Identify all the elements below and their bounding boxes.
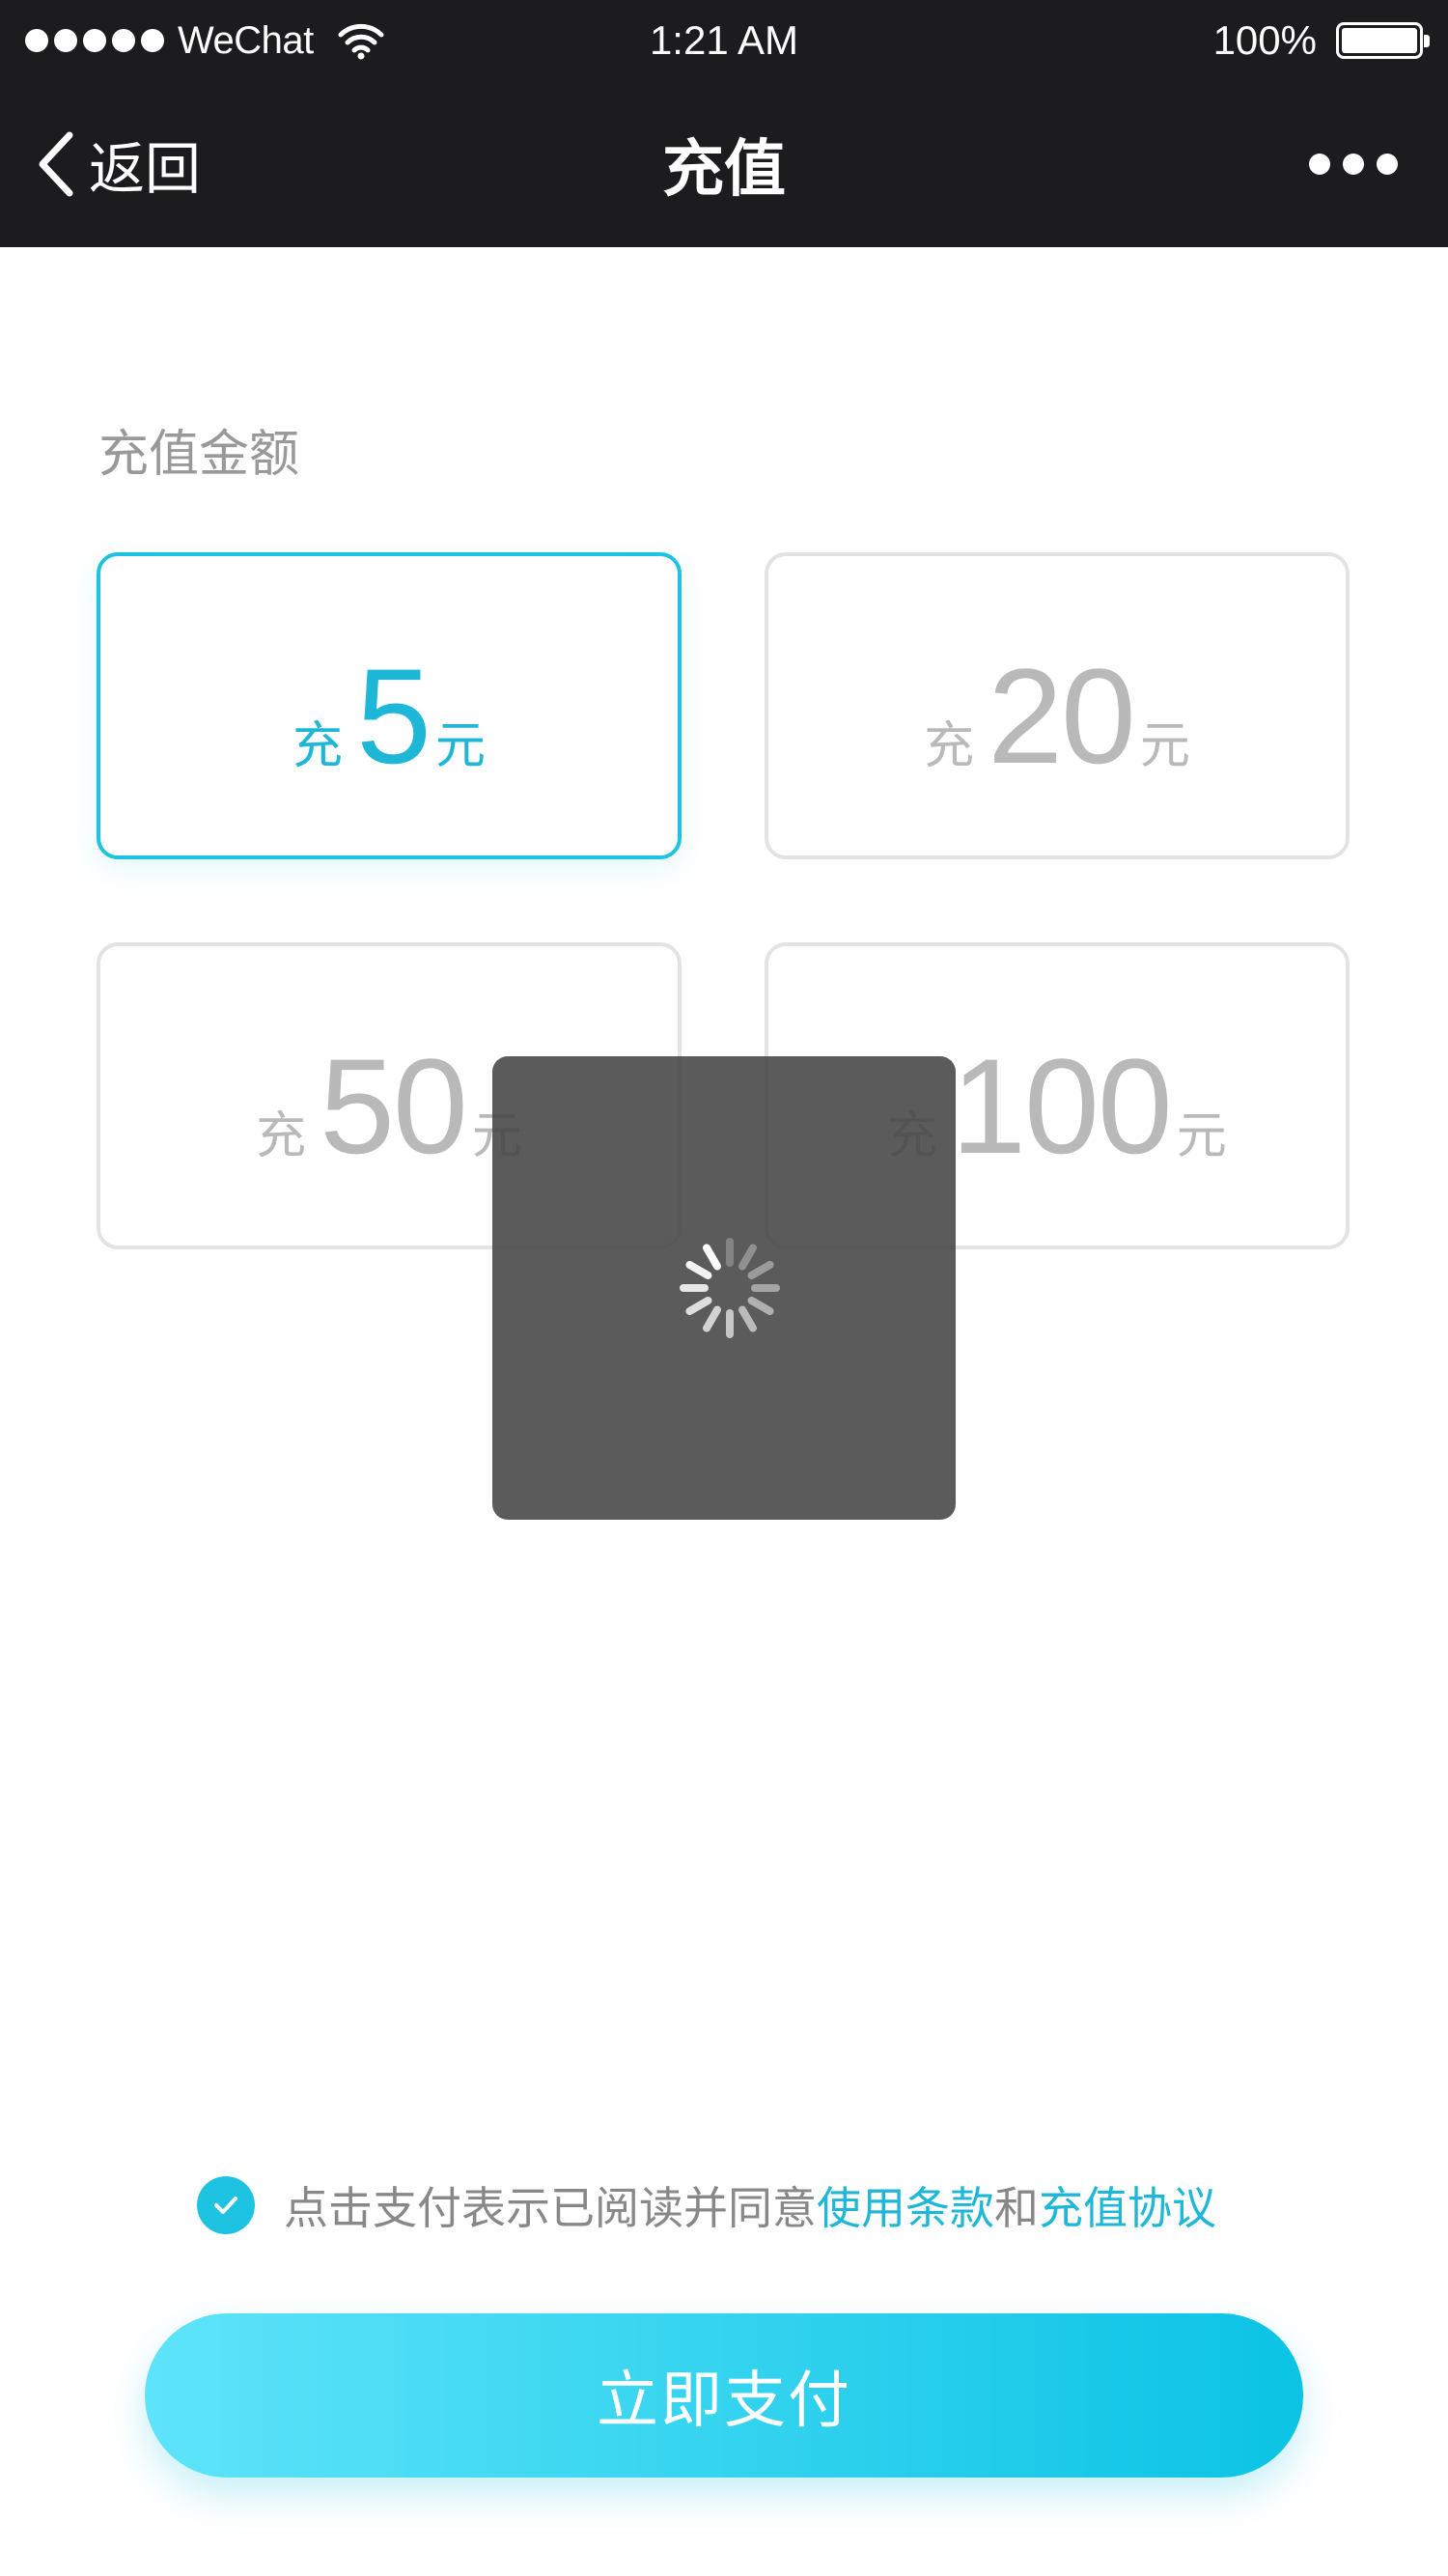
recharge-protocol-link[interactable]: 充值协议 (1039, 2182, 1216, 2234)
battery-percent: 100% (1212, 17, 1317, 63)
agreement-text: 点击支付表示已阅读并同意使用条款和充值协议 (284, 2173, 1216, 2237)
agreement-row: 点击支付表示已阅读并同意使用条款和充值协议 (197, 2174, 1216, 2236)
spinner-tick (703, 1305, 721, 1332)
recharge-amount-label: 充值金额 (98, 426, 300, 484)
option-amount: 20 (988, 640, 1136, 792)
back-label: 返回 (89, 136, 202, 202)
more-button[interactable] (1309, 139, 1398, 189)
spinner-tick (738, 1305, 757, 1332)
loading-spinner-icon (680, 1238, 780, 1338)
spinner-tick (703, 1244, 721, 1271)
agreement-statement: 点击支付表示已阅读并同意 (284, 2182, 817, 2234)
battery-icon (1336, 22, 1430, 59)
spinner-tick (747, 1261, 774, 1279)
spinner-tick (747, 1297, 774, 1315)
agreement-conjunction: 和 (994, 2182, 1039, 2234)
option-prefix: 充 (256, 1107, 307, 1165)
navigation-bar: 返回 充值 (0, 81, 1448, 247)
option-suffix: 元 (1139, 717, 1190, 775)
loading-toast (492, 1056, 956, 1520)
page-title: 充值 (662, 134, 786, 206)
chevron-left-icon (39, 131, 73, 197)
amount-option-5[interactable]: 充 5 元 (97, 552, 682, 859)
status-bar-right: 100% (1212, 0, 1430, 81)
terms-of-use-link[interactable]: 使用条款 (817, 2182, 994, 2234)
option-suffix: 元 (434, 717, 486, 775)
more-dots-icon (1309, 154, 1330, 175)
option-prefix: 充 (924, 717, 975, 775)
option-suffix: 元 (1176, 1107, 1227, 1165)
spinner-tick (685, 1297, 712, 1315)
spinner-tick (685, 1261, 712, 1279)
amount-option-20[interactable]: 充 20 元 (765, 552, 1350, 859)
agreement-checkbox[interactable] (197, 2176, 255, 2234)
spinner-tick (738, 1244, 757, 1271)
option-amount: 5 (356, 640, 432, 792)
option-amount: 100 (951, 1030, 1173, 1182)
option-prefix: 充 (292, 717, 344, 775)
pay-now-button[interactable]: 立即支付 (145, 2313, 1303, 2478)
back-button[interactable]: 返回 (33, 120, 201, 209)
option-amount: 50 (320, 1030, 468, 1182)
status-bar: WeChat 1:21 AM 100% (0, 0, 1448, 81)
checkmark-icon (214, 2197, 237, 2214)
